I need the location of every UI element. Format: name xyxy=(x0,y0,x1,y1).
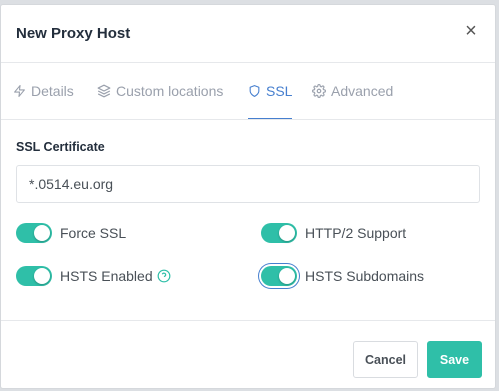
hsts-subdomains-toggle[interactable] xyxy=(261,266,297,286)
modal-footer: Cancel Save xyxy=(1,320,495,391)
toggle-knob xyxy=(279,268,295,284)
tab-custom-locations[interactable]: Custom locations xyxy=(97,63,223,119)
http2-support-toggle[interactable] xyxy=(261,223,297,243)
tab-label: Custom locations xyxy=(116,83,224,99)
ssl-certificate-label: SSL Certificate xyxy=(16,140,105,154)
hsts-enabled-toggle-row[interactable]: HSTS Enabled xyxy=(16,266,171,286)
new-proxy-host-modal: New Proxy Host × Details Custom location… xyxy=(0,4,496,389)
force-ssl-toggle-row[interactable]: Force SSL xyxy=(16,223,126,243)
toggle-knob xyxy=(279,225,295,241)
shield-icon xyxy=(249,84,260,97)
tab-bar: Details Custom locations SSL Advanced xyxy=(1,63,495,120)
tab-label: SSL xyxy=(266,82,293,99)
hsts-enabled-toggle[interactable] xyxy=(16,266,52,286)
tab-label: Details xyxy=(31,83,74,99)
modal-title: New Proxy Host xyxy=(16,25,131,42)
toggle-knob xyxy=(34,225,50,241)
close-icon[interactable]: × xyxy=(461,21,481,41)
tab-label: Advanced xyxy=(331,83,394,99)
tab-advanced[interactable]: Advanced xyxy=(312,63,393,119)
modal-header: New Proxy Host × xyxy=(1,5,495,63)
layers-icon xyxy=(97,84,111,98)
ssl-certificate-field[interactable] xyxy=(16,165,480,203)
toggle-knob xyxy=(34,268,50,284)
save-button[interactable]: Save xyxy=(427,341,482,378)
hsts-subdomains-toggle-row[interactable]: HSTS Subdomains xyxy=(261,266,424,286)
http2-support-toggle-row[interactable]: HTTP/2 Support xyxy=(261,223,406,243)
gear-icon xyxy=(312,84,326,98)
cancel-button[interactable]: Cancel xyxy=(353,341,418,378)
http2-support-label: HTTP/2 Support xyxy=(305,225,407,241)
hsts-enabled-label: HSTS Enabled xyxy=(60,268,153,284)
force-ssl-label: Force SSL xyxy=(60,225,127,241)
force-ssl-toggle[interactable] xyxy=(16,223,52,243)
tab-details[interactable]: Details xyxy=(13,63,74,119)
tab-ssl[interactable]: SSL xyxy=(248,63,293,119)
lightning-icon xyxy=(14,85,25,97)
hsts-subdomains-label: HSTS Subdomains xyxy=(305,268,425,284)
question-circle-icon[interactable] xyxy=(157,269,171,283)
